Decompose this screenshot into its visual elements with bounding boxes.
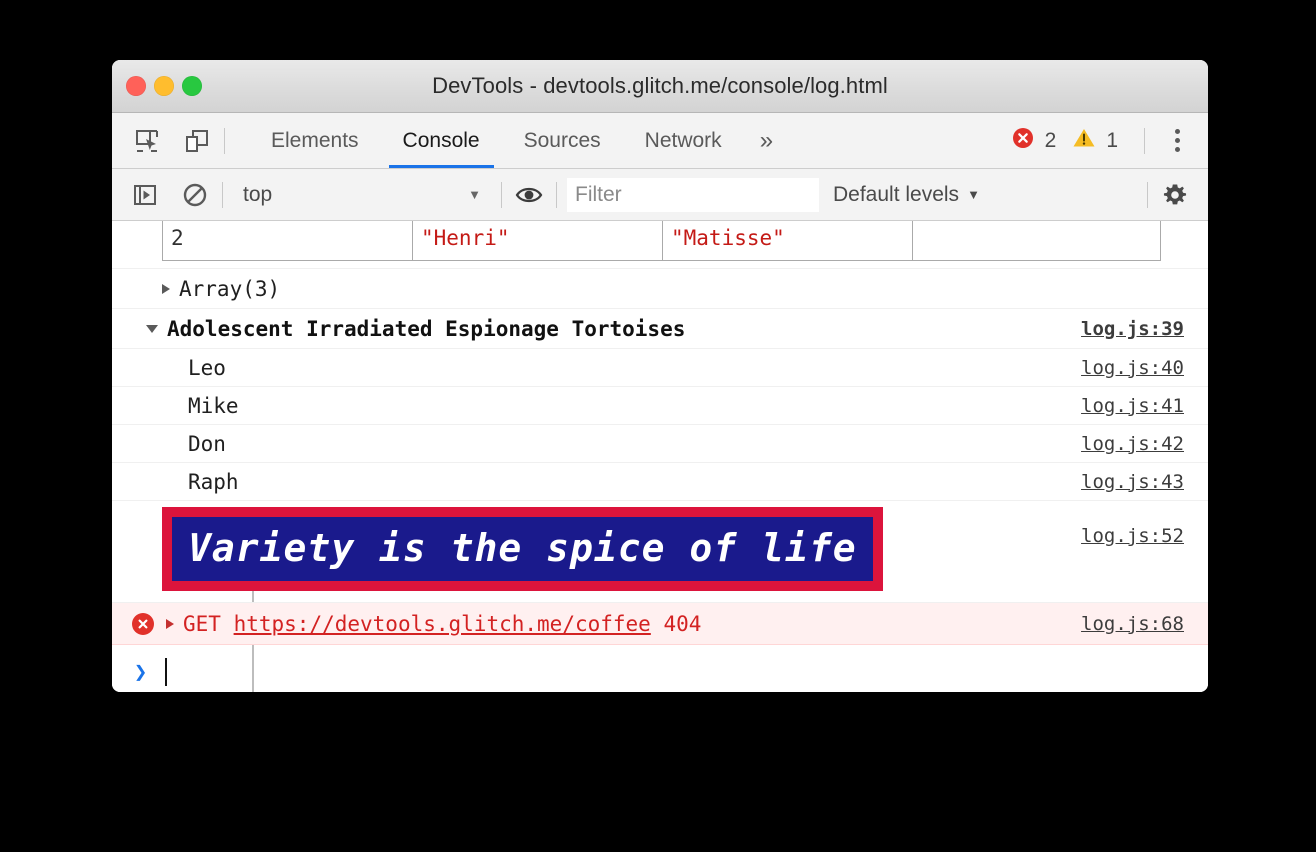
log-text: Leo [188,356,226,380]
window-title: DevTools - devtools.glitch.me/console/lo… [112,73,1208,99]
array-label: Array(3) [179,277,280,301]
log-text: Don [188,432,226,456]
console-array-row[interactable]: Array(3) [112,269,1208,309]
close-button[interactable] [126,76,146,96]
table-cell-empty [913,221,1161,261]
source-link[interactable]: log.js:42 [1081,433,1184,455]
window-controls [126,76,202,96]
group-title: Adolescent Irradiated Espionage Tortoise… [167,317,685,341]
request-url[interactable]: https://devtools.glitch.me/coffee [234,612,651,636]
table-row: 2 "Henri" "Matisse" [163,221,1161,261]
settings-gear-icon[interactable] [1158,178,1192,212]
panel-tabs: Elements Console Sources Network » [249,113,789,168]
console-styled-message-row: Variety is the spice of life log.js:52 [112,501,1208,603]
filter-input[interactable] [567,178,819,212]
source-link[interactable]: log.js:52 [1081,525,1184,547]
chevron-down-icon: ▼ [468,187,481,202]
tabbar-status: 2 1 [1011,126,1208,155]
source-link[interactable]: log.js:68 [1081,613,1184,635]
toolbar-divider-1 [222,182,223,208]
tabbar-tools [112,124,214,158]
console-table: 2 "Henri" "Matisse" [162,221,1161,261]
tab-console[interactable]: Console [381,113,502,168]
error-circle-icon[interactable] [1011,126,1035,155]
request-method: GET [183,612,221,636]
kebab-menu-icon[interactable] [1161,129,1194,152]
execution-context-select[interactable]: top ▼ [233,178,491,212]
console-sidebar-toggle-icon[interactable] [128,178,162,212]
warning-triangle-icon[interactable] [1072,126,1096,155]
toolbar-divider-3 [556,182,557,208]
maximize-button[interactable] [182,76,202,96]
devtools-window: DevTools - devtools.glitch.me/console/lo… [112,60,1208,692]
error-circle-icon [132,613,154,635]
console-prompt-row[interactable]: ❯ [112,645,1208,692]
table-cell-index: 2 [163,221,413,261]
settings-area [1137,178,1208,212]
source-link[interactable]: log.js:43 [1081,471,1184,493]
styled-message-text: Variety is the spice of life [162,507,883,591]
console-messages[interactable]: 2 "Henri" "Matisse" Array(3) Adolescent … [112,221,1208,692]
prompt-chevron-icon: ❯ [134,660,147,685]
source-link[interactable]: log.js:40 [1081,357,1184,379]
source-link[interactable]: log.js:39 [1081,318,1184,340]
log-text: Raph [188,470,239,494]
console-group-item: Mike log.js:41 [112,387,1208,425]
text-cursor [165,658,167,686]
console-group-item: Leo log.js:40 [112,349,1208,387]
execution-context-value: top [243,183,272,207]
toolbar-divider-2 [501,182,502,208]
error-message: GET https://devtools.glitch.me/coffee 40… [183,612,701,636]
live-expression-eye-icon[interactable] [512,178,546,212]
disclosure-triangle-icon[interactable] [162,284,170,294]
tabbar-divider [224,128,225,154]
device-toolbar-icon[interactable] [180,124,214,158]
inspect-element-icon[interactable] [130,124,164,158]
log-levels-label: Default levels [833,183,959,207]
disclosure-triangle-icon[interactable] [146,325,158,333]
warning-count[interactable]: 1 [1106,129,1118,153]
table-cell-last: "Matisse" [663,221,913,261]
source-link[interactable]: log.js:41 [1081,395,1184,417]
log-levels-select[interactable]: Default levels ▼ [819,183,994,207]
tab-elements[interactable]: Elements [249,113,381,168]
more-tabs-chevron-icon[interactable]: » [744,113,789,168]
table-cell-first: "Henri" [413,221,663,261]
console-group-item: Raph log.js:43 [112,463,1208,501]
tab-sources[interactable]: Sources [502,113,623,168]
console-group-item: Don log.js:42 [112,425,1208,463]
disclosure-triangle-icon[interactable] [166,619,174,629]
window-titlebar: DevTools - devtools.glitch.me/console/lo… [112,60,1208,113]
console-table-row: 2 "Henri" "Matisse" [112,221,1208,269]
clear-console-icon[interactable] [178,178,212,212]
error-count[interactable]: 2 [1045,129,1057,153]
toolbar-divider-4 [1147,182,1148,208]
console-error-row[interactable]: GET https://devtools.glitch.me/coffee 40… [112,603,1208,645]
log-text: Mike [188,394,239,418]
devtools-tabbar: Elements Console Sources Network » 2 [112,113,1208,169]
request-status: 404 [663,612,701,636]
screen: DevTools - devtools.glitch.me/console/lo… [0,0,1316,852]
console-group-header[interactable]: Adolescent Irradiated Espionage Tortoise… [112,309,1208,349]
tab-network[interactable]: Network [623,113,744,168]
status-divider [1144,128,1145,154]
minimize-button[interactable] [154,76,174,96]
console-toolbar: top ▼ Default levels ▼ [112,169,1208,221]
chevron-down-icon: ▼ [967,187,980,202]
